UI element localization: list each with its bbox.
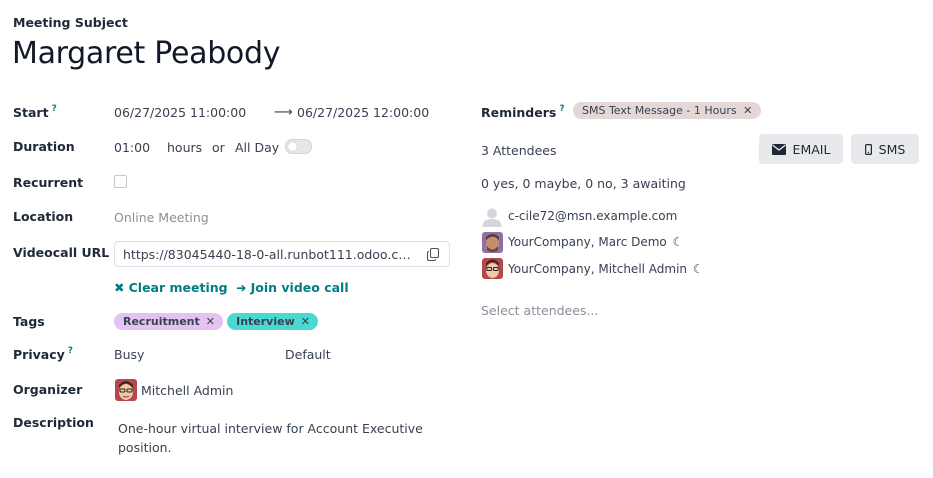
reminder-tag[interactable]: SMS Text Message - 1 Hours ✕: [573, 102, 762, 119]
moon-icon: ☾: [672, 235, 684, 249]
arrow-right-icon: ⟶: [274, 105, 293, 120]
attendees-count: 3 Attendees: [481, 143, 557, 158]
mobile-icon: [864, 143, 872, 155]
mitchell-admin-avatar: [482, 258, 503, 283]
help-icon[interactable]: ?: [68, 346, 73, 356]
allday-toggle[interactable]: [285, 139, 312, 154]
location-label: Location: [13, 209, 74, 224]
tag-recruitment[interactable]: Recruitment ✕: [114, 313, 223, 330]
organizer-avatar: [115, 379, 137, 405]
help-icon[interactable]: ?: [52, 104, 57, 114]
tags-field[interactable]: Recruitment ✕ Interview ✕: [114, 313, 318, 330]
reminders-label: Reminders?: [481, 104, 565, 120]
tag-interview[interactable]: Interview ✕: [227, 313, 318, 330]
description-line: position.: [118, 440, 172, 455]
remove-tag-icon[interactable]: ✕: [301, 315, 310, 328]
remove-tag-icon[interactable]: ✕: [743, 104, 752, 117]
moon-icon: ☾: [692, 262, 704, 276]
meeting-title[interactable]: Margaret Peabody: [12, 36, 281, 71]
clear-meeting-button[interactable]: ✖ Clear meeting: [114, 280, 228, 296]
organizer-name[interactable]: Mitchell Admin: [141, 383, 233, 398]
email-button-label: EMAIL: [792, 141, 831, 157]
location-input[interactable]: Online Meeting: [114, 210, 209, 225]
help-icon[interactable]: ?: [559, 104, 564, 114]
recurrent-label: Recurrent: [13, 175, 84, 190]
organizer-label: Organizer: [13, 382, 83, 397]
privacy-select[interactable]: Default: [285, 347, 331, 362]
videocall-url-label: Videocall URL: [13, 245, 110, 260]
allday-label: All Day: [235, 140, 280, 155]
join-video-call-label: Join video call: [250, 280, 349, 295]
privacy-label: Privacy?: [13, 346, 73, 362]
recurrent-checkbox[interactable]: [114, 175, 127, 188]
attendee-name[interactable]: YourCompany, Marc Demo ☾: [508, 235, 683, 249]
description-label: Description: [13, 415, 94, 430]
attendee-name[interactable]: c-cile72@msn.example.com: [508, 209, 677, 223]
clear-meeting-label: Clear meeting: [128, 280, 228, 295]
email-button[interactable]: EMAIL: [759, 134, 843, 164]
show-as-select[interactable]: Busy: [114, 347, 144, 362]
description-text[interactable]: One-hour virtual interview for Account E…: [118, 419, 423, 457]
sms-button-label: SMS: [878, 141, 906, 157]
arrow-right-icon: ➜: [236, 280, 247, 295]
sms-button[interactable]: SMS: [851, 134, 919, 164]
duration-label: Duration: [13, 139, 75, 154]
select-attendees-input[interactable]: Select attendees...: [481, 303, 598, 318]
marc-demo-avatar: [482, 232, 503, 257]
attendee-name[interactable]: YourCompany, Mitchell Admin ☾: [508, 262, 704, 276]
or-text: or: [212, 140, 225, 155]
join-video-call-button[interactable]: ➜ Join video call: [236, 280, 349, 296]
meeting-subject-label: Meeting Subject: [13, 15, 128, 30]
duration-input[interactable]: 01:00: [114, 140, 150, 155]
videocall-url-value[interactable]: https://83045440-18-0-all.runbot111.odoo…: [123, 247, 413, 262]
start-datetime-input[interactable]: 06/27/2025 11:00:00: [114, 105, 246, 120]
attendee-name-text: YourCompany, Marc Demo: [508, 235, 667, 249]
placeholder-user-icon: [482, 207, 502, 231]
start-label: Start?: [13, 104, 57, 120]
end-datetime-input[interactable]: 06/27/2025 12:00:00: [297, 105, 429, 120]
copy-icon[interactable]: [427, 248, 439, 261]
attendee-name-text: YourCompany, Mitchell Admin: [508, 262, 688, 276]
envelope-icon: [771, 143, 786, 155]
tags-label: Tags: [13, 314, 45, 329]
times-icon: ✖: [114, 280, 125, 295]
remove-tag-icon[interactable]: ✕: [206, 315, 215, 328]
duration-unit: hours: [167, 140, 203, 155]
attendance-summary: 0 yes, 0 maybe, 0 no, 3 awaiting: [481, 176, 686, 191]
description-line: One-hour virtual interview for Account E…: [118, 421, 423, 436]
videocall-url-field[interactable]: https://83045440-18-0-all.runbot111.odoo…: [114, 241, 450, 267]
